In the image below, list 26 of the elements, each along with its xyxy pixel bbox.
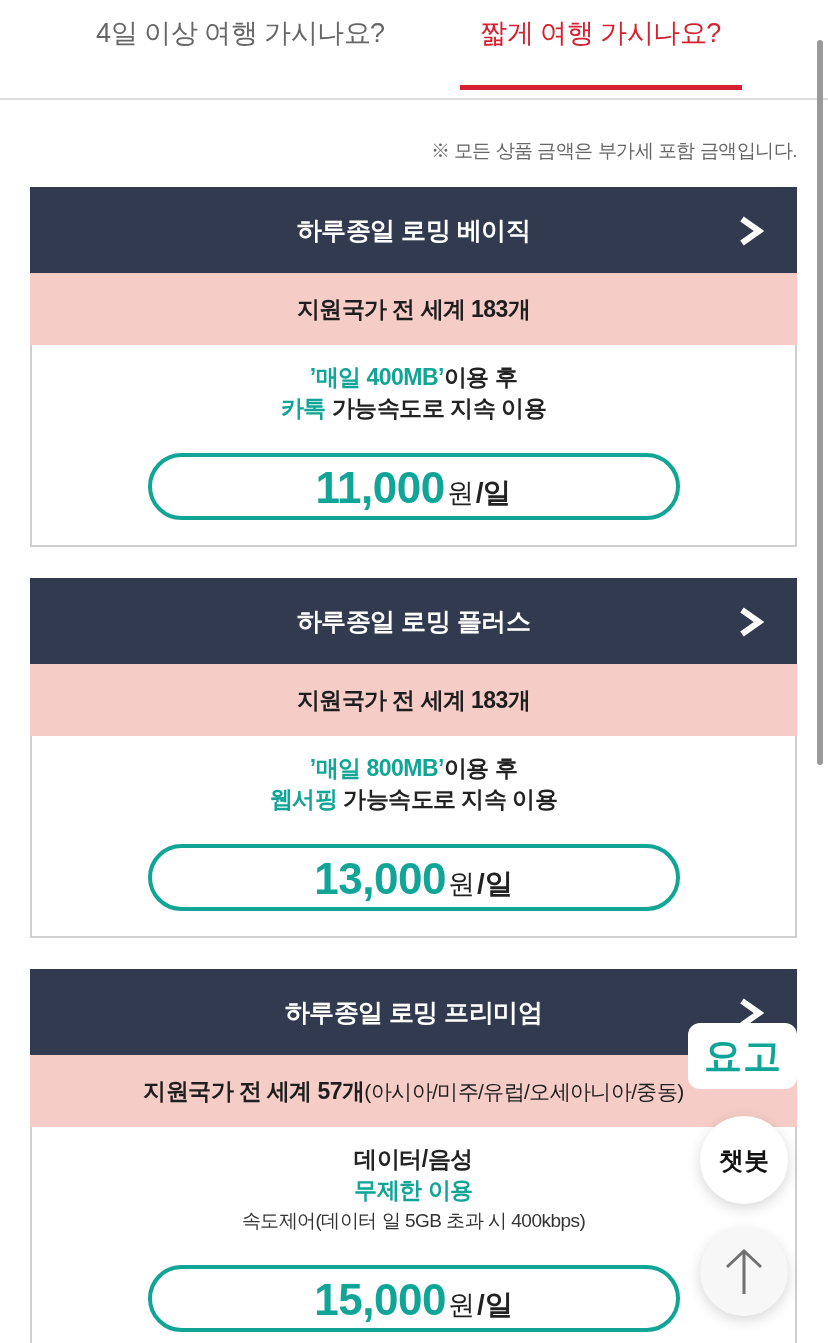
plan-header[interactable]: 하루종일 로밍 베이직 [30, 187, 797, 273]
tab[interactable]: 4일 이상 여행 가시나요? [88, 0, 393, 90]
scrollbar-thumb[interactable] [817, 40, 823, 765]
chevron-right-icon [738, 216, 764, 246]
price-display[interactable]: 13,000원/일 [147, 844, 680, 911]
plan-detail-text: 속도제어(데이터 일 5GB 초과 시 400kbps) [241, 1209, 586, 1233]
chatbot-button[interactable]: 챗봇 [700, 1116, 788, 1204]
chevron-right-icon [738, 607, 764, 637]
plan-title: 하루종일 로밍 플러스 [296, 605, 531, 637]
tab[interactable]: 짧게 여행 가시나요? [459, 0, 742, 90]
price-display[interactable]: 11,000원/일 [147, 453, 680, 520]
plan-title: 하루종일 로밍 베이직 [296, 214, 531, 246]
price-display[interactable]: 15,000원/일 [147, 1265, 680, 1332]
plan-detail-text: 무제한 이용 [354, 1176, 473, 1205]
coverage-text: 지원국가 전 세계 183개 [296, 685, 531, 715]
plan-detail-text: ’매일 400MB’이용 후 [309, 363, 518, 392]
plan-detail-text: ’매일 800MB’이용 후 [309, 754, 518, 783]
plan-detail-text: 웹서핑 가능속도로 지속 이용 [269, 785, 558, 814]
vat-notice: ※ 모든 상품 금액은 부가세 포함 금액입니다. [430, 139, 797, 163]
plan-header[interactable]: 하루종일 로밍 플러스 [30, 578, 797, 664]
plan-detail-text: 카톡 가능속도로 지속 이용 [280, 394, 547, 423]
coverage-text: 지원국가 전 세계 57개(아시아/미주/유럽/오세아니아/중동) [143, 1076, 684, 1106]
coverage-text: 지원국가 전 세계 183개 [296, 294, 531, 324]
plan-detail-text: 데이터/음성 [354, 1145, 473, 1174]
arrow-up-icon [725, 1248, 763, 1296]
plan-title: 하루종일 로밍 프리미엄 [284, 996, 543, 1028]
